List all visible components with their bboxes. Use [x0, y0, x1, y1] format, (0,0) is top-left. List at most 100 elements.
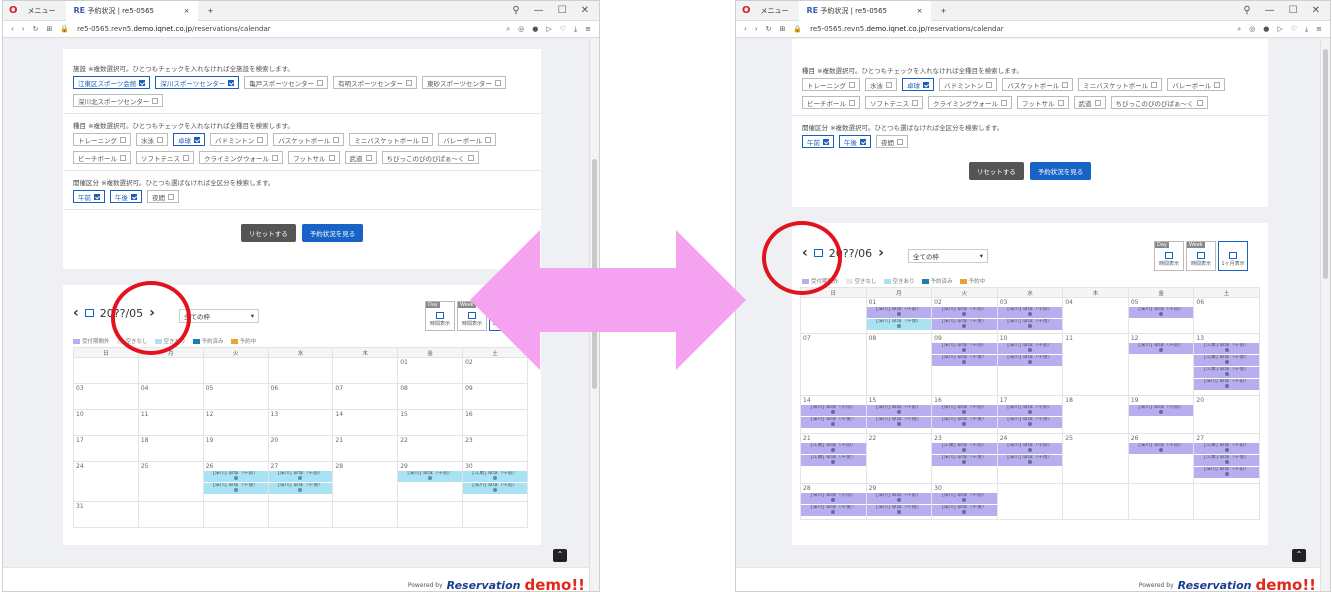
back-icon[interactable]: ‹ [744, 25, 747, 33]
period-chip[interactable]: 夜間 [147, 190, 179, 203]
facilitie-chip[interactable]: 有明スポーツセンター [333, 76, 417, 89]
calendar-day-cell[interactable]: 11 [137, 409, 204, 436]
url-field[interactable]: re5-0565.revn5.demo.iqnet.co.jp/reservat… [810, 25, 1004, 33]
checkbox-icon[interactable] [152, 97, 159, 104]
reservation-slot[interactable]: [深川] 卓球（午前） [997, 343, 1063, 354]
maximize-icon[interactable]: ☐ [558, 5, 567, 16]
reservation-slot[interactable]: [深川] 卓球（午前） [1194, 467, 1259, 478]
search-icon[interactable]: ⚲ [1243, 5, 1250, 16]
download-icon[interactable]: ⤓ [574, 25, 577, 34]
reset-button[interactable]: リセットする [240, 224, 296, 242]
checkbox-icon[interactable] [168, 193, 174, 200]
checkbox-icon[interactable] [272, 154, 278, 161]
calendar-day-cell[interactable]: 21 [江東] 卓球（午前） [江東] 卓球（午後） [800, 433, 867, 484]
calendar-day-cell[interactable]: 20 [1193, 395, 1260, 434]
checkbox-icon[interactable] [467, 154, 474, 161]
reload-icon[interactable]: ↻ [33, 25, 39, 33]
reservation-slot[interactable]: [深川] 卓球（午後） [932, 319, 997, 330]
calendar-day-cell[interactable]: 11 [1062, 333, 1129, 396]
prev-month-icon[interactable]: ‹ [73, 305, 79, 321]
checkbox-icon[interactable] [120, 136, 126, 143]
checkbox-checked-icon[interactable] [139, 79, 146, 86]
calendar-day-cell[interactable]: 05 [深川] 卓球（午前） [1127, 297, 1195, 334]
checkbox-icon[interactable] [1196, 99, 1203, 106]
calendar-day-cell[interactable]: 01 [深川] 卓球（午前） [深川] 卓球（午後） [865, 297, 933, 334]
calendar-day-cell[interactable]: 07 [800, 333, 867, 396]
reservation-slot[interactable]: [深川] 卓球（午前） [866, 307, 932, 318]
shield-icon[interactable]: ● [532, 25, 538, 34]
reservation-slot[interactable]: [深川] 卓球（午後） [866, 417, 932, 428]
period-chip[interactable]: 夜間 [876, 135, 908, 148]
period-chip[interactable]: 午後 [839, 135, 871, 148]
send-icon[interactable]: ▷ [1277, 25, 1282, 34]
sport-chip[interactable]: ソフトテニス [865, 96, 923, 109]
sport-chip[interactable]: ビーチボール [802, 96, 860, 109]
calendar-day-cell[interactable]: 15 [深川] 卓球（午前） [深川] 卓球（午後） [865, 395, 933, 434]
scrollbar-thumb[interactable] [1323, 49, 1328, 279]
search-icon[interactable]: ⚲ [512, 5, 519, 16]
sport-chip[interactable]: フットサル [1017, 96, 1069, 109]
checkbox-icon[interactable] [317, 79, 324, 86]
checkbox-icon[interactable] [485, 136, 492, 143]
reservation-slot[interactable]: [深川] 卓球（午前） [997, 443, 1063, 454]
forward-icon[interactable]: › [755, 25, 758, 33]
checkbox-icon[interactable] [120, 154, 126, 161]
calendar-day-cell[interactable]: 07 [332, 383, 399, 410]
reservation-slot[interactable]: [深川] 卓球（午前） [203, 471, 268, 482]
reservation-slot[interactable]: [深川] 卓球（午前） [932, 343, 997, 354]
period-chip[interactable]: 午後 [110, 190, 142, 203]
checkbox-checked-icon[interactable] [823, 138, 829, 145]
new-tab-icon[interactable]: + [208, 7, 214, 15]
heart-icon[interactable]: ♡ [1291, 25, 1297, 34]
menu-label[interactable]: メニュー [28, 6, 56, 16]
calendar-day-cell[interactable]: 12 [202, 409, 269, 436]
reservation-slot[interactable]: [江東] 卓球（午後） [1194, 355, 1259, 366]
speed-dial-icon[interactable]: ⊞ [780, 25, 786, 33]
download-icon[interactable]: ⤓ [1305, 25, 1308, 34]
calendar-day-cell[interactable]: 14 [深川] 卓球（午前） [深川] 卓球（午後） [800, 395, 867, 434]
frame-select[interactable]: 全ての枠 ▾ [179, 309, 259, 323]
checkbox-checked-icon[interactable] [923, 81, 929, 88]
reservation-slot[interactable]: [深川] 卓球（午後） [932, 417, 997, 428]
sport-chip[interactable]: クライミングウォール [928, 96, 1012, 109]
view-button-day[interactable]: Day 時間表示 [1154, 241, 1184, 271]
reservation-slot[interactable]: [深川] 卓球（午前） [801, 493, 866, 504]
reservation-slot[interactable]: [深川] 卓球（午前） [866, 493, 932, 504]
calendar-day-cell[interactable]: 17 [73, 435, 139, 462]
calendar-day-cell[interactable]: 18 [137, 435, 204, 462]
reservation-slot[interactable]: [深川] 卓球（午前） [1128, 443, 1194, 454]
checkbox-icon[interactable] [494, 79, 501, 86]
sport-chip[interactable]: トレーニング [73, 133, 131, 146]
calendar-day-cell[interactable]: 19 [深川] 卓球（午前） [1127, 395, 1195, 434]
reservation-slot[interactable]: [深川] 卓球（午前） [932, 493, 997, 504]
close-window-icon[interactable]: ✕ [581, 5, 589, 16]
sport-chip[interactable]: バスケットボール [1002, 78, 1074, 91]
reservation-slot[interactable]: [深川] 卓球（午後） [932, 505, 997, 516]
calendar-day-cell[interactable]: 12 [深川] 卓球（午前） [1127, 333, 1195, 396]
reservation-slot[interactable]: [江東] 卓球（午前） [932, 443, 997, 454]
next-month-icon[interactable]: › [878, 245, 884, 261]
reservation-slot[interactable]: [深川] 卓球（午後） [997, 455, 1063, 466]
calendar-day-cell[interactable]: 17 [深川] 卓球（午前） [深川] 卓球（午後） [996, 395, 1064, 434]
checkbox-icon[interactable] [422, 136, 429, 143]
reservation-slot[interactable]: [深川] 卓球（午後） [932, 455, 997, 466]
reservation-slot[interactable]: [深川] 卓球（午前） [1128, 343, 1194, 354]
sport-chip[interactable]: バドミントン [210, 133, 269, 146]
checkbox-icon[interactable] [183, 154, 189, 161]
reload-icon[interactable]: ↻ [766, 25, 772, 33]
sport-chip[interactable]: 卓球 [173, 133, 205, 146]
minimize-icon[interactable]: — [1265, 5, 1275, 16]
frame-select[interactable]: 全ての枠 ▾ [908, 249, 988, 263]
calendar-day-cell[interactable]: 26 [深川] 卓球（午前） [1127, 433, 1195, 484]
checkbox-checked-icon[interactable] [131, 193, 137, 200]
reservation-slot[interactable]: [深川] 卓球（午後） [997, 417, 1063, 428]
minimize-icon[interactable]: — [534, 5, 544, 16]
send-icon[interactable]: ▷ [546, 25, 551, 34]
calendar-day-cell[interactable]: 13 [江東] 卓球（午前） [江東] 卓球（午後） [江東] 卓球（午後） [深川] … [1193, 333, 1260, 396]
reservation-slot[interactable]: [深川] 卓球（午前） [463, 483, 527, 494]
calendar-day-cell[interactable]: 03 [深川] 卓球（午前） [深川] 卓球（午後） [996, 297, 1064, 334]
reservation-slot[interactable]: [深川] 卓球（午前） [932, 307, 997, 318]
reservation-slot[interactable]: [深川] 卓球（午後） [932, 355, 997, 366]
calendar-day-cell[interactable]: 08 [397, 383, 464, 410]
reservation-slot[interactable]: [深川] 卓球（午前） [932, 405, 997, 416]
